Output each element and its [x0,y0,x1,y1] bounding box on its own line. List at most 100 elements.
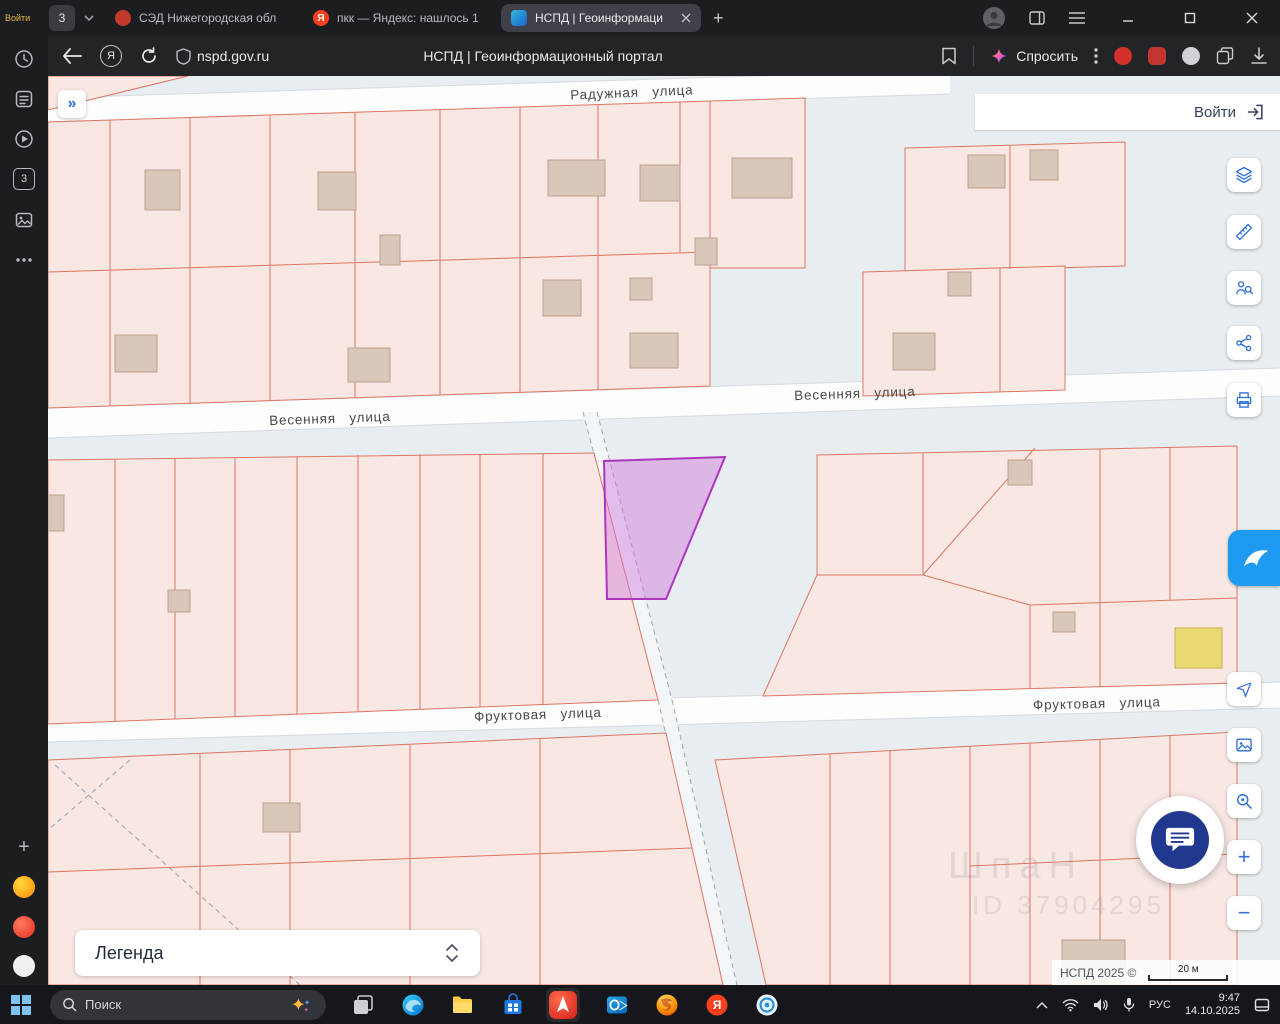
print-button[interactable] [1227,383,1261,417]
tab-counter-button[interactable]: 3 [49,5,75,31]
search-on-map-button[interactable] [1227,784,1261,818]
sed-favicon [115,10,131,26]
extension-gray-icon[interactable] [1182,47,1200,65]
firefox-icon[interactable] [654,992,680,1018]
new-tab-button[interactable]: + [713,8,724,29]
edge-icon[interactable] [400,992,426,1018]
address-bar[interactable]: nspd.gov.ru [176,47,270,65]
share-icon [1236,334,1252,352]
map-attribution: НСПД 2025 © [1060,965,1137,980]
legend-label: Легенда [95,942,164,963]
outlook-icon[interactable] [604,992,630,1018]
legend-expand-icon[interactable] [444,942,460,964]
extension-red-square-icon[interactable] [1148,47,1166,65]
copilot-sparkles-icon[interactable] [288,996,314,1014]
panel-collapse-button[interactable]: » [58,90,86,118]
taskbar-search[interactable]: Поиск [50,989,326,1020]
window-close-button[interactable] [1232,12,1272,24]
back-button[interactable] [62,48,82,64]
images-icon[interactable] [13,209,35,231]
yandex-app-icon[interactable]: Я [704,992,730,1018]
site-security-shield-icon[interactable] [176,47,191,65]
tabs-counter-badge[interactable]: 3 [13,168,35,190]
wifi-icon[interactable] [1062,998,1079,1012]
legend-panel[interactable]: Легенда [75,930,480,976]
tab-title: НСПД | Геоинформаци [535,11,663,25]
yellow-parcel[interactable] [1174,627,1223,669]
watermark-id: ID 37904295 [972,890,1165,920]
browser-toolbar: Я nspd.gov.ru НСПД | Геоинформационный п… [48,36,1280,76]
tab-sed[interactable]: СЭД Нижегородская обл [105,4,297,32]
microphone-icon[interactable] [1123,997,1135,1012]
measure-button[interactable] [1227,215,1261,249]
watermark-text: ШпаН [948,845,1084,887]
play-icon[interactable] [13,128,35,150]
tab-list-chevron-icon[interactable] [83,12,95,24]
start-button[interactable] [10,994,32,1016]
white-app-icon[interactable] [13,955,35,977]
portal-login-bar[interactable]: Войти [975,94,1280,130]
tab-close-icon[interactable] [681,13,691,23]
collections-icon[interactable] [1216,47,1234,65]
alice-spark-icon [991,48,1007,64]
avatar[interactable] [982,6,1006,30]
file-explorer-icon[interactable] [450,992,476,1018]
my-location-button[interactable] [1227,672,1261,706]
bookmark-icon[interactable] [941,47,957,65]
task-view-icon[interactable] [350,992,376,1018]
feedback-side-tab[interactable] [1228,530,1280,586]
ask-alice-button[interactable]: Спросить [990,47,1078,65]
object-search-button[interactable] [1227,271,1261,305]
scale-bracket [1148,974,1229,981]
wing-icon [1244,550,1269,567]
store-icon[interactable] [500,992,526,1018]
volume-icon[interactable] [1093,998,1109,1012]
tab-nspd-active[interactable]: НСПД | Геоинформаци [501,4,701,32]
language-indicator[interactable]: РУС [1149,999,1171,1011]
yandex-music-icon[interactable] [13,876,35,898]
search-icon [63,998,77,1012]
share-button[interactable] [1227,326,1261,360]
date: 14.10.2025 [1184,1004,1240,1017]
chat-assistant-button[interactable] [1136,796,1224,884]
zoom-in-button[interactable]: + [1227,840,1261,874]
window-maximize-button[interactable] [1170,12,1210,24]
ruler-icon [1235,223,1253,241]
alice-app-icon[interactable] [13,916,35,938]
hidden-icons-chevron[interactable] [1036,1001,1048,1009]
more-dots-icon[interactable] [13,249,35,271]
notes-icon[interactable] [13,88,35,110]
page-title: НСПД | Геоинформационный портал [423,48,663,64]
time: 9:47 [1218,991,1240,1004]
yandex-browser-icon[interactable] [546,987,580,1022]
side-panel-icon[interactable] [1028,9,1046,27]
print-icon [1236,392,1252,408]
sidebar-add-button[interactable]: + [13,836,35,858]
sidebar-login-badge[interactable]: Войти [5,13,41,23]
window-minimize-button[interactable] [1108,12,1148,24]
yandex-home-button[interactable]: Я [100,45,122,67]
kebab-menu-icon[interactable] [1094,48,1098,64]
map-canvas[interactable]: Радужная улица Весенняя улица Весенняя у… [48,76,1280,985]
layers-button[interactable] [1227,158,1261,192]
scale-label: 20 м [1177,963,1199,975]
basemap-button[interactable] [1227,728,1261,762]
url-text: nspd.gov.ru [197,48,270,64]
tab-yandex-search[interactable]: Я пкк — Яндекс: нашлось 1 [303,4,495,32]
extension-red-shield-icon[interactable] [1114,47,1132,65]
refresh-button[interactable] [140,47,158,65]
search-label: Поиск [85,997,122,1012]
app-icon-light-blue[interactable] [754,992,780,1018]
tab-title: пкк — Яндекс: нашлось 1 [337,11,479,25]
history-icon[interactable] [13,48,35,70]
downloads-icon[interactable] [1250,47,1268,65]
taskbar-clock[interactable]: 9:47 14.10.2025 [1185,992,1240,1018]
chat-bubble-icon [1151,811,1209,869]
zoom-out-button[interactable]: − [1227,896,1261,930]
notification-icon[interactable] [1254,997,1270,1013]
windows-taskbar: Поиск Я РУС 9:47 14.10.2025 [0,985,1280,1024]
browser-sidebar: 3 + [0,36,48,985]
browser-tab-bar: Войти 3 СЭД Нижегородская обл Я пкк — Ян… [0,0,1280,36]
cadastral-map-layer: Радужная улица Весенняя улица Весенняя у… [48,76,1280,985]
menu-icon[interactable] [1068,11,1086,25]
